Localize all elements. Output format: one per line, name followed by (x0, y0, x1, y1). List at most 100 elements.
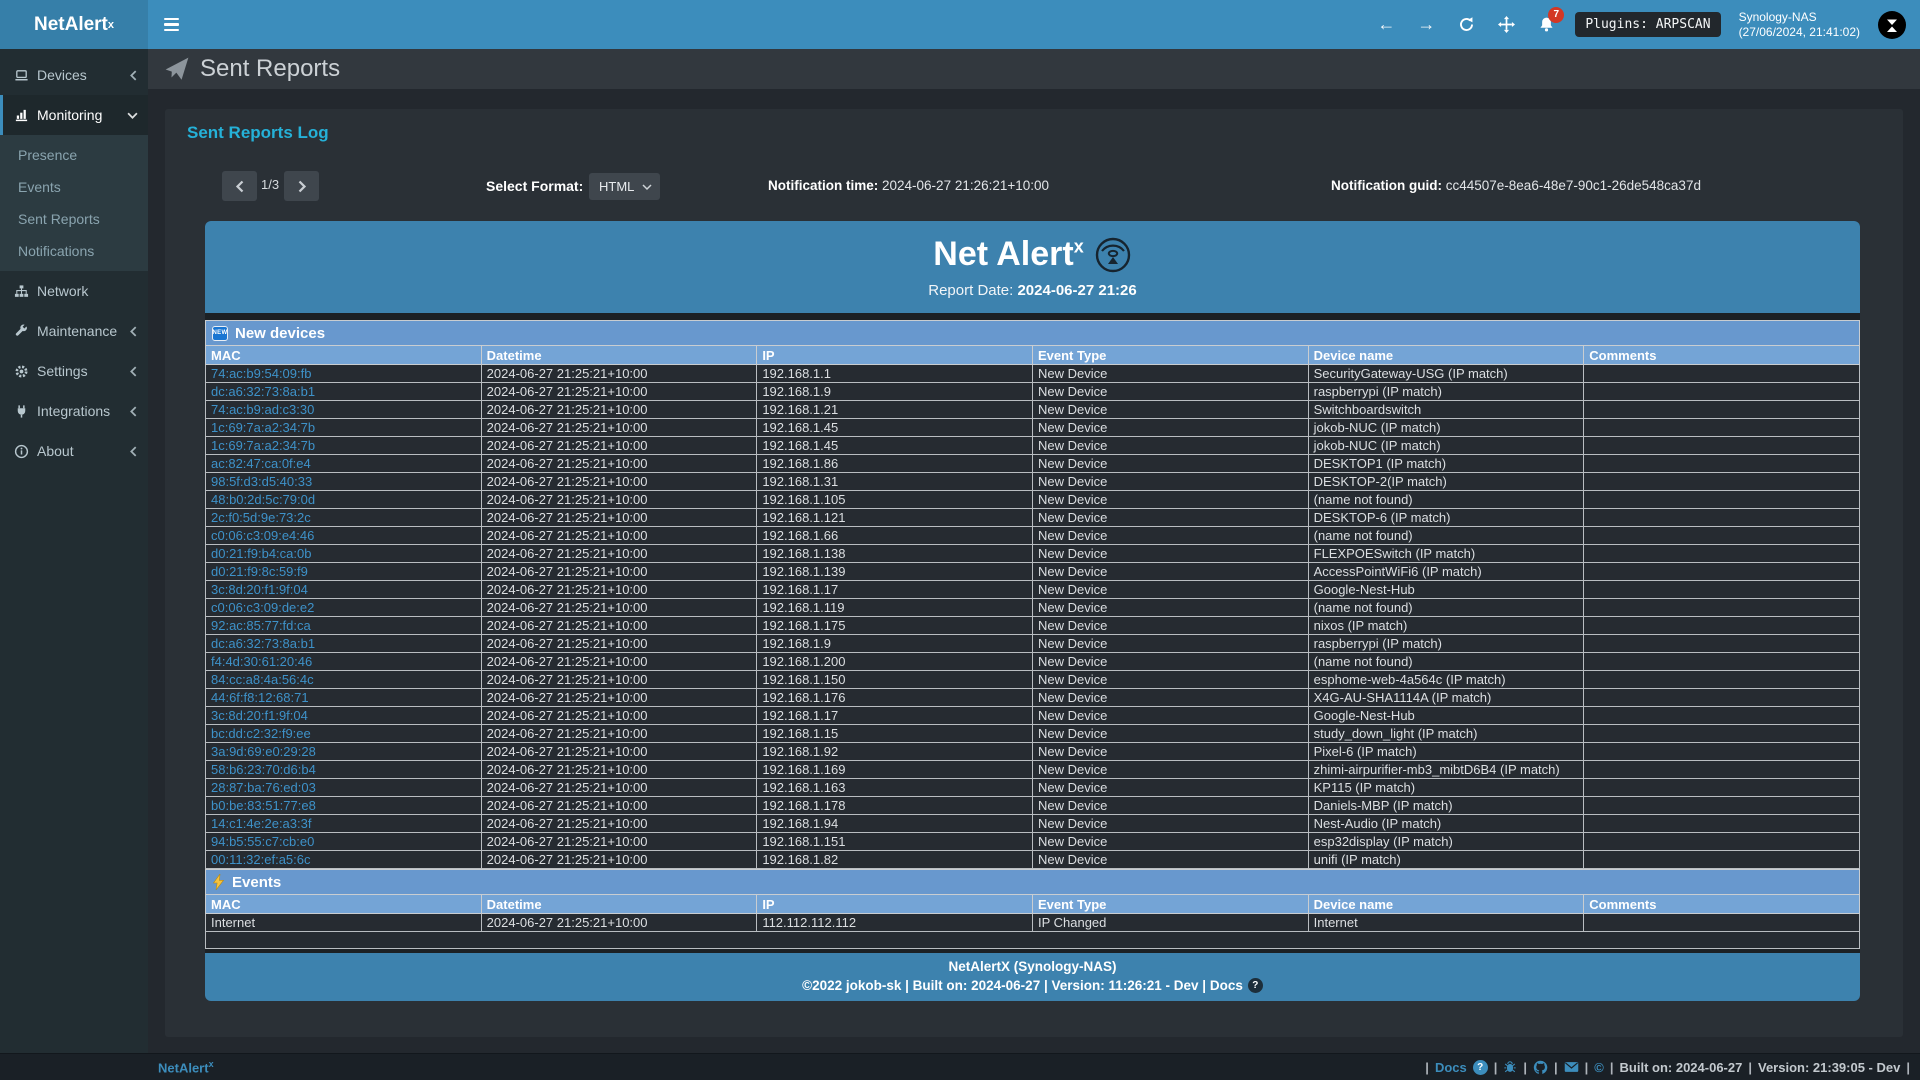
notifications-button[interactable]: 7 (1535, 14, 1557, 36)
back-button[interactable]: ← (1375, 14, 1397, 36)
cell-datetime: 2024-06-27 21:25:21+10:00 (481, 401, 757, 419)
info-icon (14, 444, 29, 459)
cell-mac: 74:ac:b9:54:09:fb (206, 365, 482, 383)
docs-link[interactable]: Docs (1435, 1060, 1467, 1075)
cell-event-type: New Device (1032, 617, 1308, 635)
arrow-left-icon: ← (1377, 14, 1395, 35)
cell-event-type: New Device (1032, 581, 1308, 599)
app-logo[interactable]: NetAlertx (0, 0, 148, 49)
sidebar-item-monitoring[interactable]: Monitoring (0, 95, 148, 135)
format-select[interactable]: HTML (589, 173, 660, 200)
cell-ip: 192.168.1.176 (757, 689, 1033, 707)
laptop-icon (14, 68, 29, 83)
cell-datetime: 2024-06-27 21:25:21+10:00 (481, 833, 757, 851)
help-icon[interactable]: ? (1473, 1060, 1488, 1075)
sidebar-item-integrations[interactable]: Integrations (0, 391, 148, 431)
build-date: Built on: 2024-06-27 (1620, 1060, 1743, 1075)
mac-address-link[interactable]: 48:b0:2d:5c:79:0d (211, 492, 315, 507)
cell-ip: 112.112.112.112 (757, 914, 1033, 932)
column-header-mac: MAC (206, 895, 482, 914)
mac-address-link[interactable]: c0:06:c3:09:de:e2 (211, 600, 314, 615)
sidebar-item-devices[interactable]: Devices (0, 55, 148, 95)
mac-address-link[interactable]: 92:ac:85:77:fd:ca (211, 618, 311, 633)
cell-event-type: New Device (1032, 761, 1308, 779)
column-header-comments: Comments (1584, 346, 1860, 365)
mac-address-link[interactable]: c0:06:c3:09:e4:46 (211, 528, 314, 543)
cell-datetime: 2024-06-27 21:25:21+10:00 (481, 725, 757, 743)
copyright-icon[interactable]: © (1594, 1060, 1604, 1075)
mail-icon[interactable] (1564, 1061, 1579, 1073)
mac-address-link[interactable]: dc:a6:32:73:8a:b1 (211, 384, 315, 399)
cell-datetime: 2024-06-27 21:25:21+10:00 (481, 437, 757, 455)
sent-reports-log-link[interactable]: Sent Reports Log (187, 123, 1903, 143)
next-report-button[interactable] (284, 171, 319, 201)
cell-datetime: 2024-06-27 21:25:21+10:00 (481, 563, 757, 581)
mac-address-link[interactable]: 1c:69:7a:a2:34:7b (211, 420, 315, 435)
mac-address-link[interactable]: bc:dd:c2:32:f9:ee (211, 726, 311, 741)
report-controls: 1/3 Select Format: HTML Notification tim… (165, 165, 1903, 213)
mac-address-link[interactable]: 3c:8d:20:f1:9f:04 (211, 582, 308, 597)
mac-address-link[interactable]: 2c:f0:5d:9e:73:2c (211, 510, 311, 525)
mac-address-link[interactable]: 3a:9d:69:e0:29:28 (211, 744, 316, 759)
mac-address-link[interactable]: 44:6f:f8:12:68:71 (211, 690, 309, 705)
sidebar-item-network[interactable]: Network (0, 271, 148, 311)
cell-datetime: 2024-06-27 21:25:21+10:00 (481, 545, 757, 563)
cell-device-name: unifi (IP match) (1308, 851, 1584, 869)
previous-report-button[interactable] (222, 171, 257, 201)
report-date: Report Date: 2024-06-27 21:26 (928, 282, 1136, 299)
mac-address-link[interactable]: 84:cc:a8:4a:56:4c (211, 672, 314, 687)
cell-device-name: Switchboardswitch (1308, 401, 1584, 419)
cell-event-type: New Device (1032, 833, 1308, 851)
github-icon[interactable] (1533, 1060, 1548, 1075)
cell-ip: 192.168.1.17 (757, 581, 1033, 599)
new-devices-section-header: NEW New devices (205, 320, 1860, 345)
cell-device-name: AccessPointWiFi6 (IP match) (1308, 563, 1584, 581)
table-row: bc:dd:c2:32:f9:ee 2024-06-27 21:25:21+10:… (206, 725, 1860, 743)
cell-device-name: Nest-Audio (IP match) (1308, 815, 1584, 833)
cell-device-name: (name not found) (1308, 653, 1584, 671)
mac-address-link[interactable]: 94:b5:55:c7:cb:e0 (211, 834, 314, 849)
cell-event-type: New Device (1032, 725, 1308, 743)
statusbar-brand[interactable]: NetAlertx (158, 1059, 214, 1075)
help-icon[interactable]: ? (1248, 978, 1263, 993)
sidebar-item-sent-reports[interactable]: Sent Reports (0, 203, 148, 235)
mac-address-link[interactable]: 00:11:32:ef:a5:6c (211, 852, 311, 867)
cell-mac: 28:87:ba:76:ed:03 (206, 779, 482, 797)
bug-report-icon[interactable] (1503, 1060, 1517, 1074)
mac-address-link[interactable]: d0:21:f9:b4:ca:0b (211, 546, 311, 561)
sidebar-item-presence[interactable]: Presence (0, 139, 148, 171)
mac-address-link[interactable]: 98:5f:d3:d5:40:33 (211, 474, 312, 489)
sitemap-icon (14, 284, 29, 299)
mac-address-link[interactable]: ac:82:47:ca:0f:e4 (211, 456, 311, 471)
mac-address-link[interactable]: f4:4d:30:61:20:46 (211, 654, 312, 669)
mac-address-link[interactable]: 3c:8d:20:f1:9f:04 (211, 708, 308, 723)
sidebar-item-events[interactable]: Events (0, 171, 148, 203)
cell-comments (1584, 419, 1860, 437)
sidebar-item-about[interactable]: About (0, 431, 148, 471)
sidebar-item-maintenance[interactable]: Maintenance (0, 311, 148, 351)
forward-button[interactable]: → (1415, 14, 1437, 36)
mac-address-link[interactable]: b0:be:83:51:77:e8 (211, 798, 316, 813)
new-badge-icon: NEW (212, 326, 228, 341)
table-row: 1c:69:7a:a2:34:7b2024-06-27 21:25:21+10:… (206, 419, 1860, 437)
sidebar-item-settings[interactable]: Settings (0, 351, 148, 391)
mac-address-link[interactable]: 74:ac:b9:54:09:fb (211, 366, 311, 381)
cell-datetime: 2024-06-27 21:25:21+10:00 (481, 761, 757, 779)
mac-address-link[interactable]: 28:87:ba:76:ed:03 (211, 780, 316, 795)
mac-address-link[interactable]: d0:21:f9:8c:59:f9 (211, 564, 308, 579)
sidebar-toggle-button[interactable] (148, 0, 194, 49)
mac-address-link[interactable]: dc:a6:32:73:8a:b1 (211, 636, 315, 651)
move-button[interactable] (1495, 14, 1517, 36)
sidebar-item-notifications[interactable]: Notifications (0, 235, 148, 267)
mac-address-link[interactable]: 1c:69:7a:a2:34:7b (211, 438, 315, 453)
avatar[interactable] (1878, 11, 1906, 39)
mac-address-link[interactable]: 14:c1:4e:2e:a3:3f (211, 816, 311, 831)
mac-address-link[interactable]: 74:ac:b9:ad:c3:30 (211, 402, 314, 417)
cell-device-name: Google-Nest-Hub (1308, 581, 1584, 599)
cell-datetime: 2024-06-27 21:25:21+10:00 (481, 617, 757, 635)
empty-row (206, 932, 1860, 949)
column-header-device-name: Device name (1308, 895, 1584, 914)
report-title: Net Alertx (933, 235, 1083, 274)
refresh-button[interactable] (1455, 14, 1477, 36)
mac-address-link[interactable]: 58:b6:23:70:d6:b4 (211, 762, 316, 777)
